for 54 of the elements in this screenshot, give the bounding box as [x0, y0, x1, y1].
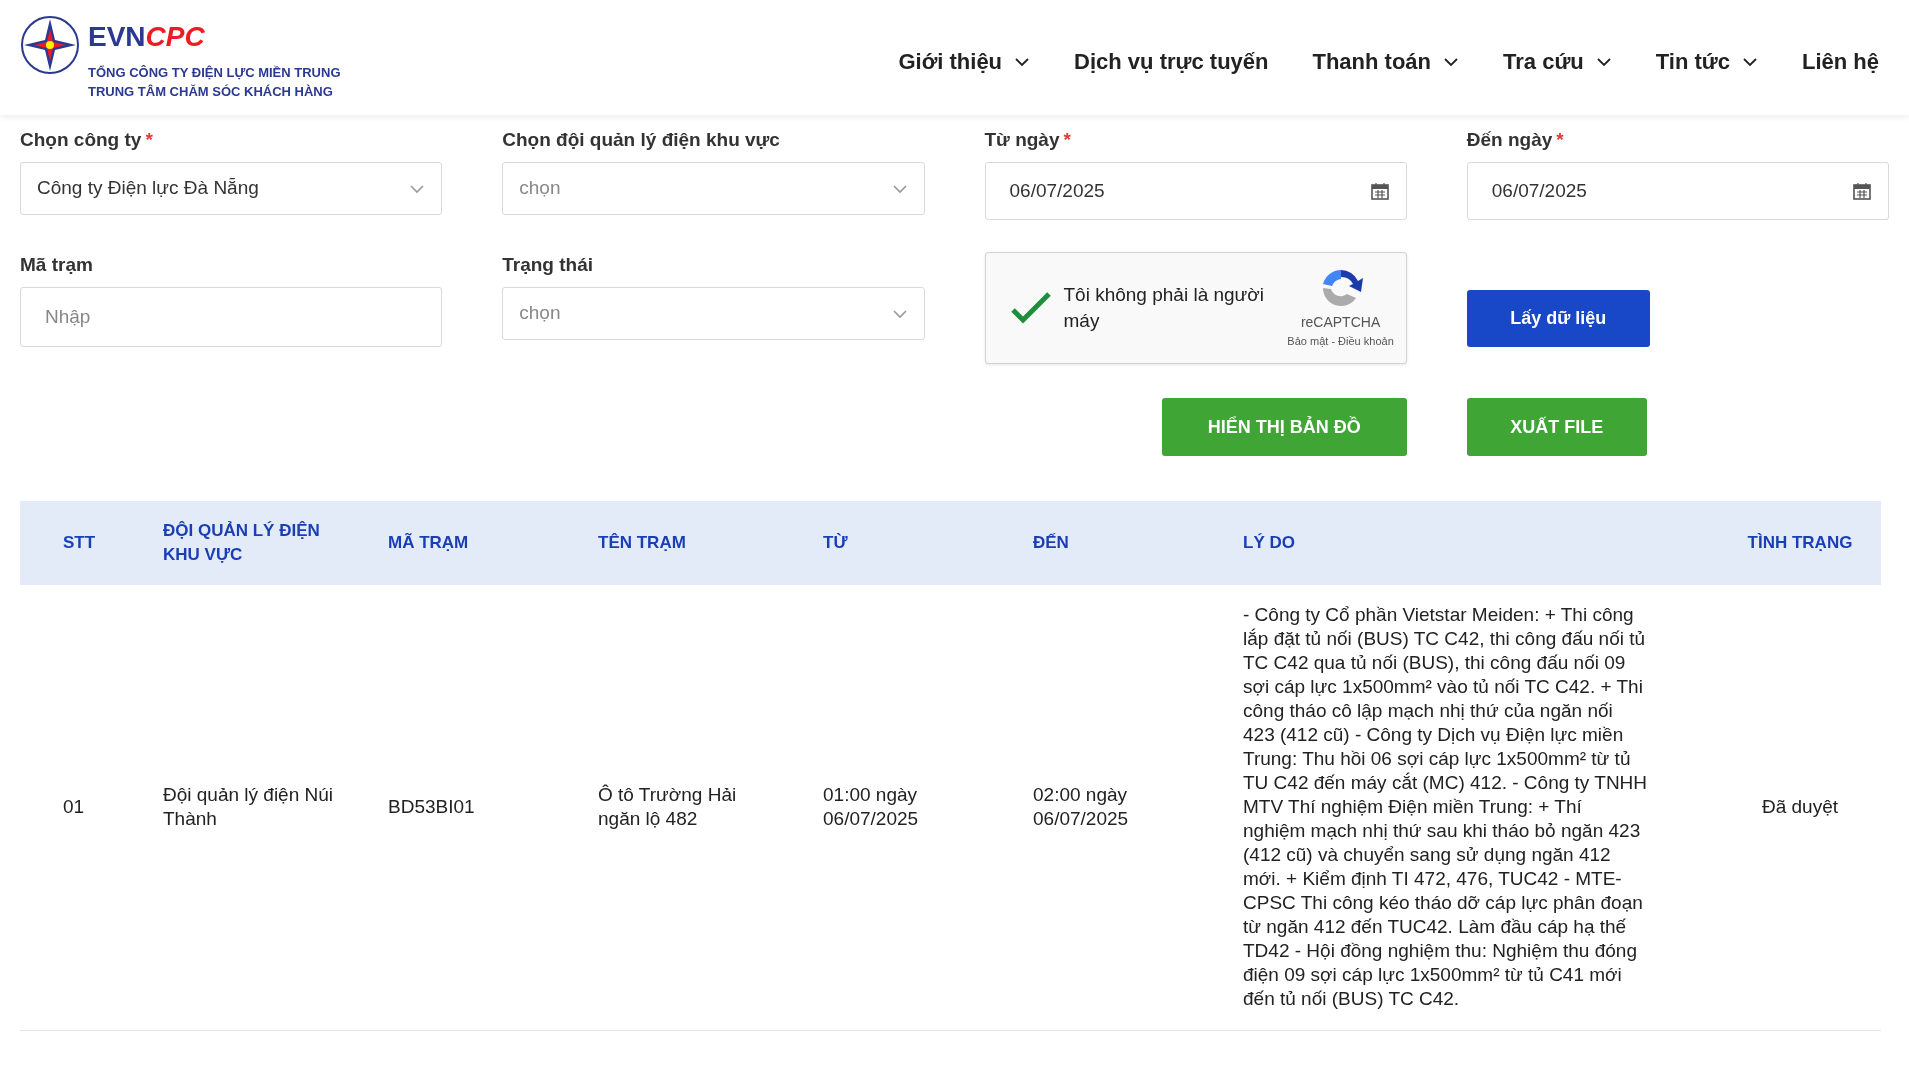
chevron-down-icon: [891, 308, 908, 319]
select-field[interactable]: Công ty Điện lực Đà Nẵng: [20, 162, 443, 215]
field-label: Chọn đội quản lý điện khu vực: [502, 127, 780, 152]
select-field[interactable]: chọn: [502, 287, 925, 340]
recaptcha-links: Bảo mật - Điều khoản: [1287, 334, 1394, 350]
chevron-down-icon: [1742, 56, 1758, 67]
nav-link[interactable]: Liên hệ: [1802, 45, 1879, 78]
select-field[interactable]: chọn: [502, 162, 925, 215]
nav-link[interactable]: Tra cứu: [1503, 45, 1612, 78]
table-cell-text: Ô tô Trường Hải ngăn lộ 482: [598, 783, 738, 831]
column-header: STT: [63, 532, 96, 554]
field-label: Đến ngày: [1466, 127, 1553, 152]
table-cell-text: BD53BI01: [388, 795, 476, 819]
field-label: Trạng thái: [502, 252, 594, 277]
checkmark-icon: [1009, 291, 1052, 325]
field-label: Từ ngày: [984, 127, 1060, 152]
nav-link[interactable]: Giới thiệu: [898, 45, 1031, 78]
date-field[interactable]: 06/07/2025: [984, 162, 1407, 220]
logo-subtitle: TRUNG TÂM CHĂM SÓC KHÁCH HÀNG: [88, 82, 334, 101]
field-label: Chọn công ty: [20, 127, 142, 152]
column-header: MÃ TRẠM: [388, 532, 469, 554]
column-header: ĐẾN: [1033, 532, 1069, 554]
table-cell: - Công ty Cổ phần Vietstar Meiden: + Thi công lắp đặt tủ nối (BUS) TC C42, thi công đấu nối tủ TC C42 qua tủ nối (BUS), thi công đấu nối 09 sợi cáp lực 1x500mm² vào tủ nối TC C42. + Thi công tháo cô lập mạch nhị thứ của ngăn nối 423 (412 cũ) - Công ty Dịch vụ Điện lực miền Trung: Thu hồi 06 sợi cáp lực 1x500mm² từ tủ TU C42 đến máy cắt (MC) 412. - Công ty TNHH MTV Thí nghiệm Điện miền Trung: + Thí nghiệm mạch nhị thứ sau khi tháo bỏ ngăn 423 (412 cũ) và chuyển sang sử dụng ngăn 412 mới. + Kiểm định TI 472, 476, TUC42 - MTE-CPSC Thi công kéo tháo dỡ cáp lực phân đoạn từ ngăn 412 đến TUC42. Làm đầu cáp hạ thế TD42 - Hội đồng nghiệm thu: Nghiệm thu đóng điện 09 sợi cáp lực 1x500mm² từ tủ C41 mới đến tủ nối (BUS) TC C42.: [1243, 603, 1648, 1011]
recaptcha-brand: reCAPTCHA: [1300, 313, 1381, 333]
table-cell-text: Đội quản lý điện Núi Thành: [163, 783, 335, 831]
fetch-data-button[interactable]: Lấy dữ liệu: [1466, 290, 1650, 347]
calendar-icon: [1369, 181, 1390, 201]
logo-subtitle: TỔNG CÔNG TY ĐIỆN LỰC MIỀN TRUNG: [88, 63, 341, 82]
nav-link[interactable]: Tin tức: [1655, 45, 1758, 78]
chevron-down-icon: [1595, 56, 1612, 67]
column-header: ĐỘI QUẢN LÝ ĐIỆN KHU VỰC: [163, 520, 321, 566]
chevron-down-icon: [1014, 56, 1031, 67]
date-field[interactable]: 06/07/2025: [1466, 162, 1889, 220]
table-cell: 01: [63, 795, 85, 819]
required-mark: *: [145, 127, 153, 152]
field-label: Mã trạm: [20, 252, 93, 277]
column-header: TÌNH TRẠNG: [1747, 532, 1853, 554]
table-cell: Đã duyệt: [1761, 795, 1838, 819]
column-header: TỪ: [823, 532, 848, 554]
nav-link[interactable]: Dịch vụ trực tuyến: [1074, 45, 1269, 78]
input-field[interactable]: Nhập: [20, 287, 443, 347]
nav-link[interactable]: Thanh toán: [1312, 45, 1460, 78]
calendar-icon: [1852, 181, 1872, 201]
column-header: TÊN TRẠM: [598, 532, 686, 554]
brand-logo-text: EVNCPC: [88, 22, 206, 51]
required-mark: *: [1063, 127, 1071, 152]
chevron-down-icon: [1443, 56, 1460, 67]
table-cell-text: 02:00 ngày 06/07/2025: [1033, 783, 1130, 831]
chevron-down-icon: [409, 183, 426, 194]
required-mark: *: [1556, 127, 1564, 152]
chevron-down-icon: [891, 183, 908, 194]
column-header: LÝ DO: [1243, 532, 1295, 554]
table-cell-text: 01:00 ngày 06/07/2025: [823, 783, 920, 831]
recaptcha-label: Tôi không phải là người máy: [1063, 283, 1266, 333]
